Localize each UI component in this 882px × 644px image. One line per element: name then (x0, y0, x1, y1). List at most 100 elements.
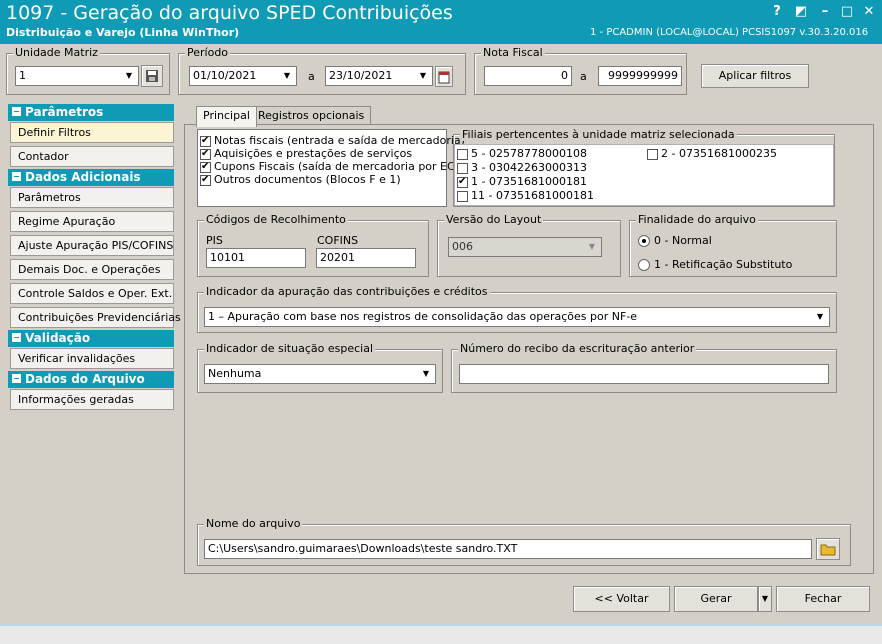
sidebar-item[interactable]: Regime Apuração (10, 211, 174, 232)
sidebar-item[interactable]: Contador (10, 146, 174, 167)
tab-principal[interactable]: Principal (196, 106, 257, 127)
unidade-matriz-select[interactable]: 1 ▼ (15, 66, 139, 86)
radio-button[interactable] (638, 235, 650, 247)
checkbox[interactable] (647, 148, 658, 160)
indicador-apuracao-label: Indicador da apuração das contribuições … (204, 285, 490, 298)
nota-from-input[interactable]: 0 (484, 66, 572, 86)
periodo-to-date[interactable]: 23/10/2021 ▼ (325, 66, 433, 86)
sidebar-section-header[interactable]: Validação (8, 330, 174, 347)
checkbox[interactable] (200, 160, 211, 173)
sidebar-item[interactable]: Contribuições Previdenciárias (10, 307, 181, 328)
indicador-situacao-label: Indicador de situação especial (204, 342, 375, 355)
restore-icon[interactable]: ◩ (791, 3, 811, 21)
collapse-icon[interactable] (12, 107, 21, 116)
nota-fiscal-group: Nota Fiscal 0 a 9999999999 (474, 46, 687, 95)
checkbox[interactable] (200, 173, 211, 186)
maximize-icon[interactable]: □ (837, 3, 857, 21)
nota-fiscal-label: Nota Fiscal (481, 46, 545, 59)
filial-option[interactable]: 11 - 07351681000181 (457, 189, 594, 202)
chevron-down-icon: ▼ (422, 369, 430, 378)
filiais-label: Filiais pertencentes à unidade matriz se… (460, 128, 737, 141)
sidebar-section-header[interactable]: Dados do Arquivo (8, 371, 174, 388)
sidebar-section-label: Dados do Arquivo (25, 372, 145, 386)
checkbox[interactable] (457, 190, 468, 202)
periodo-label: Período (185, 46, 231, 59)
chevron-down-icon: ▼ (125, 71, 133, 80)
sidebar-item[interactable]: Definir Filtros (10, 122, 174, 143)
apply-filters-button[interactable]: Aplicar filtros (701, 64, 809, 88)
chevron-down-icon: ▼ (816, 312, 824, 321)
tab-registros-opcionais[interactable]: Registros opcionais (251, 106, 372, 125)
checkbox[interactable] (200, 147, 211, 160)
calendar-icon[interactable] (435, 66, 453, 87)
collapse-icon[interactable] (12, 374, 21, 383)
chevron-down-icon: ▼ (588, 242, 596, 251)
chevron-down-icon: ▼ (419, 71, 427, 80)
sidebar-section-label: Parâmetros (25, 105, 104, 119)
filial-option[interactable]: 3 - 03042263000313 (457, 161, 587, 174)
recibo-input[interactable] (459, 364, 829, 384)
cofins-input[interactable]: 20201 (316, 248, 416, 268)
document-type-option[interactable]: Notas fiscais (entrada e saída de mercad… (200, 134, 465, 147)
pis-input[interactable]: 10101 (206, 248, 306, 268)
fechar-button[interactable]: Fechar (776, 586, 870, 612)
versao-layout-group: Versão do Layout 006 ▼ (437, 213, 621, 277)
sidebar-item[interactable]: Ajuste Apuração PIS/COFINS (10, 235, 174, 256)
unidade-matriz-label: Unidade Matriz (13, 46, 100, 59)
nome-arquivo-label: Nome do arquivo (204, 517, 303, 530)
document-type-option[interactable]: Outros documentos (Blocos F e 1) (200, 173, 401, 186)
versao-layout-select: 006 ▼ (448, 237, 602, 257)
checkbox[interactable] (457, 148, 468, 160)
periodo-from-date[interactable]: 01/10/2021 ▼ (189, 66, 297, 86)
finalidade-group: Finalidade do arquivo 0 - Normal 1 - Ret… (629, 213, 837, 277)
checkbox[interactable] (457, 175, 468, 188)
filial-option[interactable]: 5 - 02578778000108 (457, 147, 587, 160)
sidebar-item[interactable]: Demais Doc. e Operações (10, 259, 174, 280)
save-icon[interactable] (141, 65, 163, 87)
main-panel: Notas fiscais (entrada e saída de mercad… (184, 124, 874, 574)
finalidade-option-label: 0 - Normal (654, 234, 712, 247)
chevron-down-icon: ▼ (761, 594, 769, 603)
gerar-button[interactable]: Gerar (674, 586, 758, 612)
nome-arquivo-input[interactable]: C:\Users\sandro.guimaraes\Downloads\test… (204, 539, 812, 559)
window-title: 1097 - Geração do arquivo SPED Contribui… (6, 2, 453, 24)
indicador-apuracao-select[interactable]: 1 – Apuração com base nos registros de c… (204, 307, 830, 327)
gerar-dropdown-button[interactable]: ▼ (758, 586, 772, 612)
finalidade-option-1[interactable]: 1 - Retificação Substituto (638, 258, 792, 271)
sidebar-item[interactable]: Parâmetros (10, 187, 174, 208)
collapse-icon[interactable] (12, 172, 21, 181)
nome-arquivo-group: Nome do arquivo C:\Users\sandro.guimarae… (197, 517, 851, 566)
status-bar (0, 624, 882, 644)
voltar-button[interactable]: << Voltar (573, 586, 670, 612)
checkbox[interactable] (200, 134, 211, 147)
document-type-label: Aquisições e prestações de serviços (214, 147, 413, 160)
filial-option[interactable]: 2 - 07351681000235 (647, 147, 777, 160)
sidebar-item[interactable]: Verificar invalidações (10, 348, 174, 369)
help-icon[interactable]: ? (767, 3, 787, 21)
checkbox[interactable] (457, 162, 468, 174)
close-icon[interactable]: ✕ (859, 3, 879, 21)
indicador-situacao-select[interactable]: Nenhuma ▼ (204, 364, 436, 384)
sidebar-item[interactable]: Controle Saldos e Oper. Ext. (10, 283, 174, 304)
sidebar-section-header[interactable]: Parâmetros (8, 104, 174, 121)
finalidade-option-label: 1 - Retificação Substituto (654, 258, 793, 271)
radio-button[interactable] (638, 259, 650, 271)
document-type-label: Notas fiscais (entrada e saída de mercad… (214, 134, 465, 147)
collapse-icon[interactable] (12, 333, 21, 342)
document-type-option[interactable]: Cupons Fiscais (saída de mercadoria por … (200, 160, 465, 173)
sidebar-section-label: Validação (25, 331, 91, 345)
sidebar-section-label: Dados Adicionais (25, 170, 141, 184)
document-type-option[interactable]: Aquisições e prestações de serviços (200, 147, 412, 160)
sidebar-item[interactable]: Informações geradas (10, 389, 174, 410)
recibo-label: Número do recibo da escrituração anterio… (458, 342, 697, 355)
finalidade-option-0[interactable]: 0 - Normal (638, 234, 712, 247)
folder-icon[interactable] (816, 538, 840, 560)
filial-option[interactable]: 1 - 07351681000181 (457, 175, 587, 188)
nota-to-input[interactable]: 9999999999 (598, 66, 682, 86)
minimize-icon[interactable]: – (815, 3, 835, 21)
sidebar-section-header[interactable]: Dados Adicionais (8, 169, 174, 186)
title-bar: 1097 - Geração do arquivo SPED Contribui… (0, 0, 882, 44)
periodo-to-value: 23/10/2021 (329, 69, 393, 82)
periodo-from-value: 01/10/2021 (193, 69, 257, 82)
window-subtitle: Distribuição e Varejo (Linha WinThor) (6, 26, 240, 39)
